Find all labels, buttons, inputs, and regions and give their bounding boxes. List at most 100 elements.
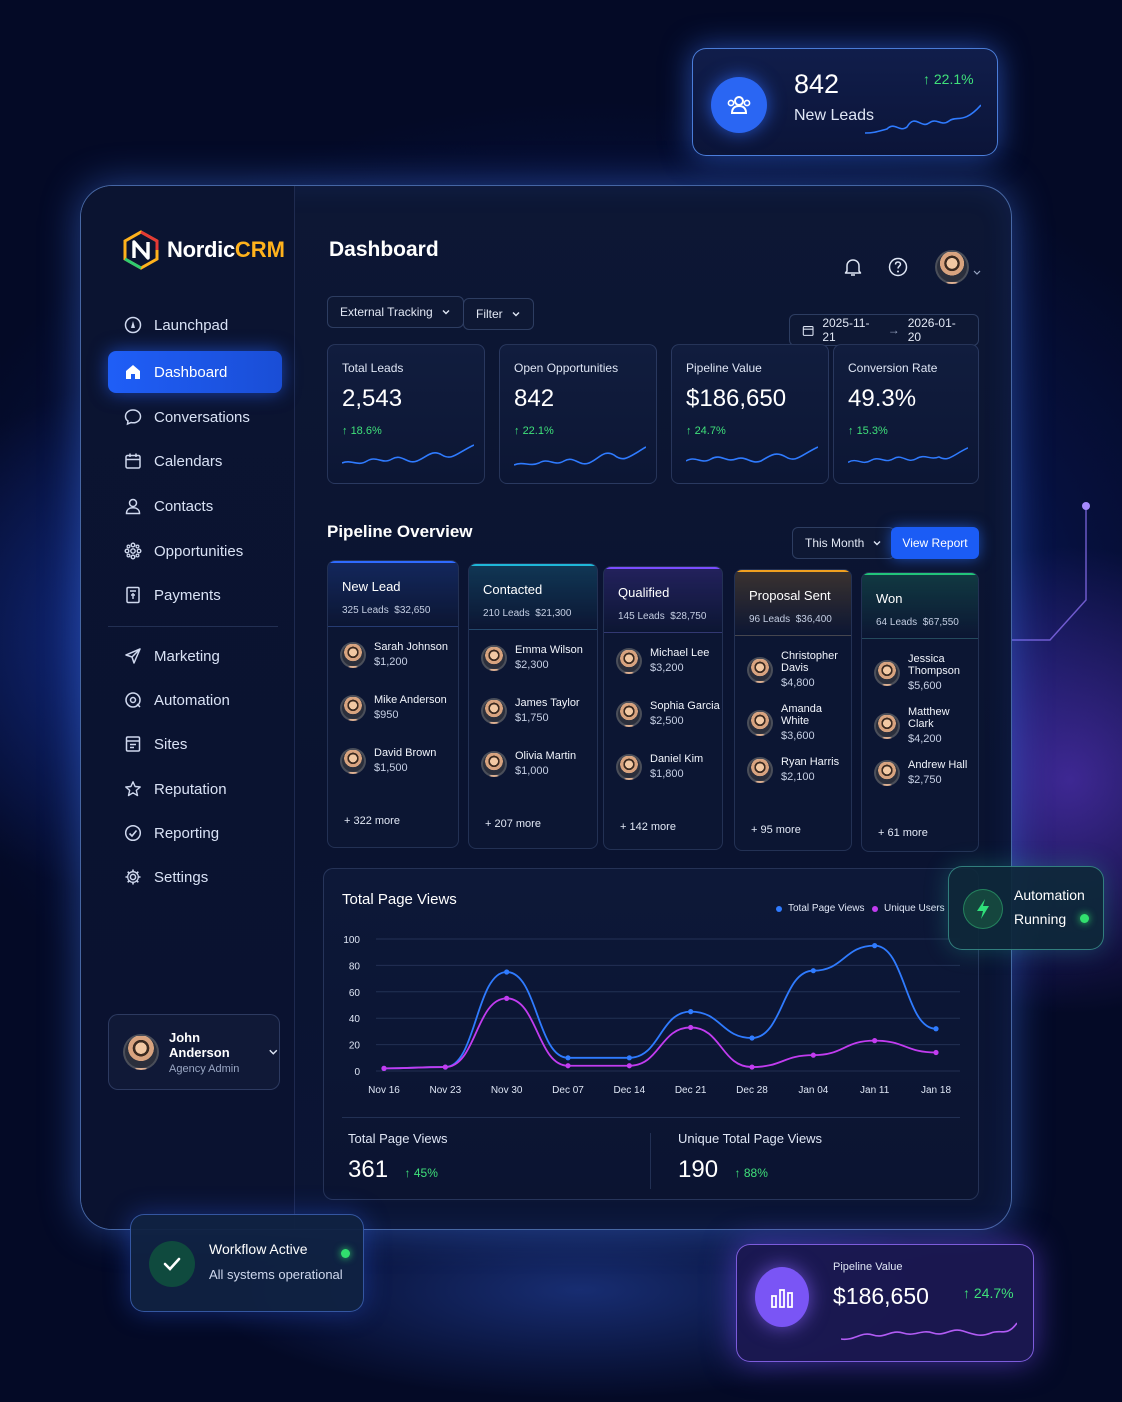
lead-amount: $2,500 bbox=[650, 715, 684, 727]
send-icon bbox=[125, 648, 141, 664]
lead-card[interactable]: Sarah Johnson $1,200 bbox=[340, 641, 448, 668]
sidebar-item-opportunities[interactable]: Opportunities bbox=[108, 530, 282, 572]
kpi-change: ↑ 22.1% bbox=[514, 425, 554, 437]
sidebar-item-label: Opportunities bbox=[154, 542, 244, 560]
lead-card[interactable]: Andrew Hall $2,750 bbox=[874, 759, 967, 786]
kpi-card-pipeline-value[interactable]: Pipeline Value $186,650 ↑ 24.7% bbox=[671, 344, 829, 484]
sidebar-item-launchpad[interactable]: Launchpad bbox=[108, 304, 282, 346]
pipeline-column-header[interactable]: Contacted 210 Leads $21,300 bbox=[469, 564, 597, 630]
x-tick-label: Jan 11 bbox=[860, 1085, 890, 1096]
workflow-status-card[interactable]: Workflow Active All systems operational bbox=[130, 1214, 364, 1312]
period-select[interactable]: This Month bbox=[792, 527, 896, 559]
brand-logo[interactable]: Nordic CRM bbox=[123, 230, 285, 270]
x-tick-label: Nov 23 bbox=[429, 1085, 461, 1096]
x-tick-label: Dec 07 bbox=[552, 1085, 584, 1096]
lead-card[interactable]: Michael Lee $3,200 bbox=[616, 647, 709, 674]
kpi-change: ↑ 18.6% bbox=[342, 425, 382, 437]
date-to: 2026-01-20 bbox=[907, 316, 956, 344]
help-icon[interactable] bbox=[887, 256, 909, 278]
status-dot bbox=[341, 1249, 350, 1258]
bell-icon[interactable] bbox=[842, 256, 864, 278]
data-point bbox=[810, 968, 816, 974]
sparkline bbox=[686, 446, 818, 463]
pipeline-column[interactable]: Contacted 210 Leads $21,300 Emma Wilson … bbox=[468, 563, 598, 849]
lead-card[interactable]: Jessica Thompson $5,600 bbox=[874, 653, 978, 692]
sidebar-item-label: Contacts bbox=[154, 497, 214, 515]
chat-icon bbox=[124, 409, 142, 426]
sidebar-item-automation[interactable]: Automation bbox=[108, 679, 282, 721]
new-leads-card[interactable]: 842 New Leads ↑ 22.1% bbox=[692, 48, 998, 156]
x-tick-label: Jan 18 bbox=[921, 1085, 951, 1096]
lead-card[interactable]: David Brown $1,500 bbox=[340, 747, 436, 774]
more-link[interactable]: + 95 more bbox=[751, 824, 801, 836]
date-range-picker[interactable]: 2025-11-21 → 2026-01-20 bbox=[789, 314, 979, 346]
lead-card[interactable]: Emma Wilson $2,300 bbox=[481, 644, 583, 671]
sidebar-item-label: Marketing bbox=[154, 647, 220, 665]
pipeline-value-card[interactable]: Pipeline Value $186,650 ↑ 24.7% bbox=[736, 1244, 1034, 1362]
pipeline-column-header[interactable]: Qualified 145 Leads $28,750 bbox=[604, 567, 722, 633]
sidebar-item-sites[interactable]: Sites bbox=[108, 723, 282, 765]
pipeline-column-header[interactable]: New Lead 325 Leads $32,650 bbox=[328, 561, 458, 627]
sidebar-item-conversations[interactable]: Conversations bbox=[108, 396, 282, 438]
kpi-card-total-leads[interactable]: Total Leads 2,543 ↑ 18.6% bbox=[327, 344, 485, 484]
avatar bbox=[123, 1034, 159, 1070]
user-menu[interactable]: John Anderson Agency Admin bbox=[108, 1014, 280, 1090]
sidebar-item-dashboard[interactable]: Dashboard bbox=[108, 351, 282, 393]
lead-card[interactable]: James Taylor $1,750 bbox=[481, 697, 580, 724]
kpi-change: ↑ 15.3% bbox=[848, 425, 888, 437]
lead-card[interactable]: Christopher Davis $4,800 bbox=[747, 650, 851, 689]
sidebar-item-reporting[interactable]: Reporting bbox=[108, 812, 282, 854]
lead-amount: $2,300 bbox=[515, 659, 549, 671]
automation-icon bbox=[125, 692, 141, 708]
automation-status-card[interactable]: Automation Running bbox=[948, 866, 1104, 950]
kpi-label: Pipeline Value bbox=[686, 361, 762, 375]
stat-label: Unique Total Page Views bbox=[678, 1131, 823, 1146]
more-link[interactable]: + 322 more bbox=[344, 815, 400, 827]
lead-card[interactable]: Amanda White $3,600 bbox=[747, 703, 851, 742]
data-point bbox=[442, 1064, 448, 1070]
lead-card[interactable]: Olivia Martin $1,000 bbox=[481, 750, 576, 777]
lead-card[interactable]: Daniel Kim $1,800 bbox=[616, 753, 703, 780]
avatar bbox=[747, 756, 773, 783]
period-select-value: This Month bbox=[805, 536, 865, 550]
avatar bbox=[616, 753, 642, 780]
sidebar-item-marketing[interactable]: Marketing bbox=[108, 635, 282, 677]
more-link[interactable]: + 207 more bbox=[485, 818, 541, 830]
page-title: Dashboard bbox=[329, 238, 439, 261]
lead-card[interactable]: Matthew Clark $4,200 bbox=[874, 706, 978, 745]
pipeline-column-header[interactable]: Won 64 Leads $67,550 bbox=[862, 573, 978, 639]
sidebar-item-settings[interactable]: Settings bbox=[108, 856, 282, 898]
pipeline-column[interactable]: New Lead 325 Leads $32,650 Sarah Johnson… bbox=[327, 560, 459, 848]
pipeline-column[interactable]: Qualified 145 Leads $28,750 Michael Lee … bbox=[603, 566, 723, 850]
chevron-down-icon[interactable] bbox=[973, 268, 981, 276]
tracking-select[interactable]: External Tracking bbox=[327, 296, 464, 328]
pipeline-column[interactable]: Won 64 Leads $67,550 Jessica Thompson $5… bbox=[861, 572, 979, 852]
pipeline-column[interactable]: Proposal Sent 96 Leads $36,400 Christoph… bbox=[734, 569, 852, 851]
kpi-card-open-opportunities[interactable]: Open Opportunities 842 ↑ 22.1% bbox=[499, 344, 657, 484]
sidebar-item-calendars[interactable]: Calendars bbox=[108, 440, 282, 482]
user-name: John Anderson bbox=[169, 1029, 230, 1060]
sidebar-item-payments[interactable]: Payments bbox=[108, 574, 282, 616]
profile-avatar[interactable] bbox=[935, 250, 969, 284]
pipeline-column-header[interactable]: Proposal Sent 96 Leads $36,400 bbox=[735, 570, 851, 636]
y-tick-label: 80 bbox=[349, 961, 361, 972]
page-views-card: Total Page Views Total Page Views Unique… bbox=[323, 868, 979, 1200]
filter-button[interactable]: Filter bbox=[463, 298, 534, 330]
sidebar-item-contacts[interactable]: Contacts bbox=[108, 485, 282, 527]
kpi-card-conversion-rate[interactable]: Conversion Rate 49.3% ↑ 15.3% bbox=[833, 344, 979, 484]
lead-amount: $5,600 bbox=[908, 680, 942, 692]
filter-label: Filter bbox=[476, 307, 503, 321]
view-report-button[interactable]: View Report bbox=[891, 527, 979, 559]
card-title: Total Page Views bbox=[342, 891, 457, 908]
more-link[interactable]: + 61 more bbox=[878, 827, 928, 839]
more-link[interactable]: + 142 more bbox=[620, 821, 676, 833]
avatar bbox=[616, 700, 642, 727]
data-point bbox=[626, 1055, 632, 1061]
lead-card[interactable]: Ryan Harris $2,100 bbox=[747, 756, 839, 783]
lead-card[interactable]: Sophia Garcia $2,500 bbox=[616, 700, 720, 727]
sidebar-item-reputation[interactable]: Reputation bbox=[108, 768, 282, 810]
bar-chart-icon bbox=[755, 1267, 809, 1327]
stage-summary: 96 Leads $36,400 bbox=[749, 614, 832, 625]
lead-card[interactable]: Mike Anderson $950 bbox=[340, 694, 447, 721]
sidebar-item-label: Sites bbox=[154, 735, 188, 753]
